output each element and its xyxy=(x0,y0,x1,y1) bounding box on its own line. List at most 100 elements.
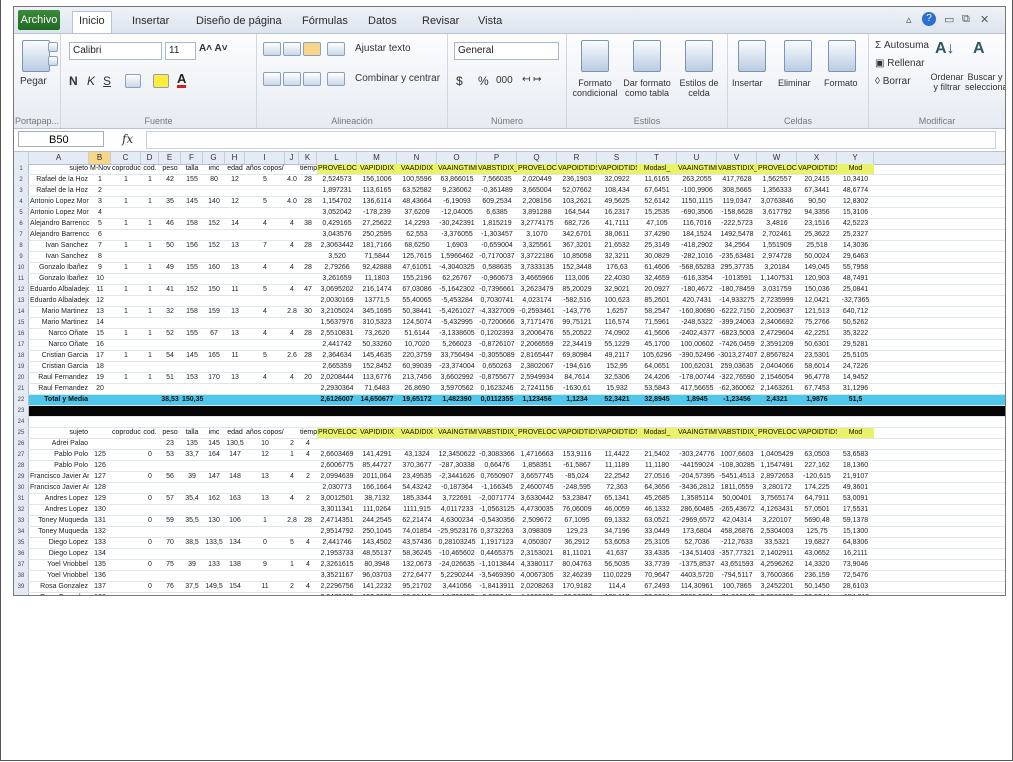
data-cell[interactable]: 1 xyxy=(111,175,141,185)
data-cell[interactable] xyxy=(203,208,225,218)
data-cell[interactable]: 4 xyxy=(299,560,317,570)
data-cell[interactable]: 84,7614 xyxy=(557,373,597,383)
data-cell[interactable]: 2,3153021 xyxy=(517,549,557,559)
data-cell[interactable]: 176,63 xyxy=(597,263,637,273)
data-cell[interactable] xyxy=(181,362,203,372)
data-cell[interactable]: -303,24776 xyxy=(677,450,717,460)
data-cell[interactable] xyxy=(285,208,299,218)
data-cell[interactable]: 1 xyxy=(141,373,159,383)
data-cell[interactable]: 4 xyxy=(299,538,317,548)
data-cell[interactable] xyxy=(111,571,141,581)
data-cell[interactable] xyxy=(141,362,159,372)
data-cell[interactable] xyxy=(141,527,159,537)
data-cell[interactable]: 134 xyxy=(89,549,111,559)
data-cell[interactable]: 99,75121 xyxy=(557,318,597,328)
data-cell[interactable]: 2,364634 xyxy=(317,351,357,361)
data-cell[interactable]: 36,2912 xyxy=(557,538,597,548)
data-cell[interactable] xyxy=(225,593,245,595)
data-cell[interactable] xyxy=(159,318,181,328)
sort-filter-button[interactable]: Ordenar y filtrar xyxy=(927,72,967,92)
total-row[interactable]: 22 Total y Media 38,53 150,35 2,6126007 14,65… xyxy=(14,395,1005,406)
data-cell[interactable]: -25,9523176 xyxy=(437,527,477,537)
table-row[interactable]: 31 Andres Lopez 129 0 57 35,4 162 163 13 4 2 3,0012… xyxy=(14,494,1005,505)
data-cell[interactable]: 23,1516 xyxy=(797,219,837,229)
data-cell[interactable]: 5 xyxy=(245,351,285,361)
data-cell[interactable]: 3,3011341 xyxy=(317,505,357,515)
subject-cell[interactable]: Rosa Gonzalez xyxy=(29,582,89,592)
data-cell[interactable]: 0 xyxy=(141,538,159,548)
data-cell[interactable]: 2,1463261 xyxy=(757,384,797,394)
data-cell[interactable]: 37,6209 xyxy=(397,208,437,218)
data-cell[interactable]: 63,866015 xyxy=(437,175,477,185)
data-cell[interactable]: 1,4716663 xyxy=(517,450,557,460)
name-box[interactable]: B50 xyxy=(18,131,104,147)
data-cell[interactable]: 0 xyxy=(141,472,159,482)
tab-file[interactable]: Archivo xyxy=(18,10,60,30)
row-number[interactable]: 26 xyxy=(14,439,29,449)
data-cell[interactable] xyxy=(141,230,159,240)
data-cell[interactable]: 170 xyxy=(203,373,225,383)
data-cell[interactable] xyxy=(285,274,299,284)
data-cell[interactable]: 95,21702 xyxy=(397,582,437,592)
data-cell[interactable]: 55,20522 xyxy=(557,329,597,339)
row-number[interactable]: 33 xyxy=(14,516,29,526)
subject-cell[interactable]: Ivan Sanchez xyxy=(29,241,89,251)
column-header-j[interactable]: J xyxy=(285,152,299,164)
data-cell[interactable]: 156 xyxy=(181,241,203,251)
data-cell[interactable]: 33,5321 xyxy=(757,538,797,548)
data-cell[interactable]: 71,5961 xyxy=(637,318,677,328)
subject-cell[interactable]: Ivan Sanchez xyxy=(29,252,89,262)
data-cell[interactable]: -178,00744 xyxy=(677,373,717,383)
data-cell[interactable]: 11,1189 xyxy=(597,461,637,471)
table-row[interactable]: 35 Diego Lopez 133 0 70 38,5 133,5 134 0 5 4 2,4417… xyxy=(14,538,1005,549)
data-cell[interactable]: 1,858351 xyxy=(517,461,557,471)
data-cell[interactable]: Mod xyxy=(837,164,874,174)
data-cell[interactable]: 100,623 xyxy=(597,296,637,306)
tab-view[interactable]: Vista xyxy=(472,12,508,30)
subject-cell[interactable]: Diego Lopez xyxy=(29,538,89,548)
data-cell[interactable]: PROVELOCIDS xyxy=(317,164,357,174)
data-cell[interactable] xyxy=(203,483,225,493)
data-cell[interactable] xyxy=(299,186,317,196)
data-cell[interactable] xyxy=(299,549,317,559)
data-cell[interactable]: 19 xyxy=(89,373,111,383)
data-cell[interactable]: 2 xyxy=(299,494,317,504)
table-row[interactable]: 9 Ivan Sanchez 8 3,520 71,5844 125,7615 1,5966… xyxy=(14,252,1005,263)
subject-cell[interactable]: Gonzalo Ibañez xyxy=(29,263,89,273)
table-row[interactable]: 8 Ivan Sanchez 7 1 1 50 156 152 13 7 4 28 2,3063442 1… xyxy=(14,241,1005,252)
data-cell[interactable]: 152,8452 xyxy=(357,362,397,372)
data-cell[interactable]: VAAINGTIME xyxy=(437,428,477,438)
data-cell[interactable]: 130 xyxy=(89,505,111,515)
cut-icon[interactable] xyxy=(48,42,58,52)
data-cell[interactable]: 73,9046 xyxy=(837,560,874,570)
subject-cell[interactable]: Rosa Gonzalez xyxy=(29,593,89,595)
data-cell[interactable]: 13 xyxy=(225,307,245,317)
row-number[interactable]: 24 xyxy=(14,417,29,427)
data-cell[interactable]: 0 xyxy=(141,450,159,460)
data-cell[interactable]: 458,26876 xyxy=(717,527,757,537)
table-row[interactable]: 29Francisco Javier Anton127 0563914714813… xyxy=(14,472,1005,483)
data-cell[interactable]: 14,9452 xyxy=(837,373,874,383)
data-cell[interactable]: 21,6532 xyxy=(597,241,637,251)
data-cell[interactable]: 3,7171476 xyxy=(517,318,557,328)
row-number[interactable]: 10 xyxy=(14,263,29,273)
data-cell[interactable] xyxy=(203,274,225,284)
data-cell[interactable] xyxy=(181,571,203,581)
data-cell[interactable]: 52,3421 xyxy=(597,395,637,405)
row-number[interactable]: 27 xyxy=(14,450,29,460)
table-row[interactable]: 2 Rafael de la Hoz 1 1 1 42 155 80 12 5 4.0 28 2,524… xyxy=(14,175,1005,186)
data-cell[interactable] xyxy=(141,274,159,284)
data-cell[interactable]: 1,5966462 xyxy=(437,252,477,262)
subject-cell[interactable]: Rafael de la Hoz xyxy=(29,186,89,196)
table-row[interactable]: 21 Raul Fernandez 20 2,2930364 71,6483 26,869… xyxy=(14,384,1005,395)
data-cell[interactable]: 59 xyxy=(159,516,181,526)
data-cell[interactable]: 100,7865 xyxy=(717,582,757,592)
data-cell[interactable]: 0,4465375 xyxy=(477,549,517,559)
data-cell[interactable]: 153,9116 xyxy=(557,450,597,460)
data-cell[interactable] xyxy=(203,362,225,372)
data-cell[interactable]: 152,95 xyxy=(597,362,637,372)
data-cell[interactable]: 133,5 xyxy=(203,538,225,548)
data-cell[interactable] xyxy=(181,505,203,515)
data-cell[interactable] xyxy=(111,296,141,306)
data-cell[interactable]: 67,7453 xyxy=(797,384,837,394)
